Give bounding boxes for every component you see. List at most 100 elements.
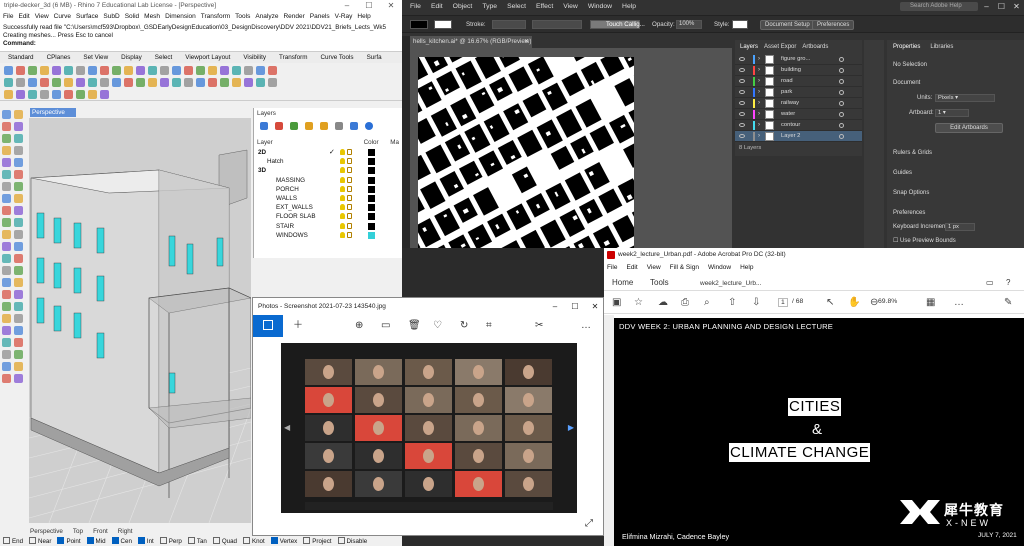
zoom-icon[interactable]: ⊕ bbox=[355, 320, 363, 332]
close-icon[interactable]: ✕ bbox=[585, 298, 603, 315]
maximize-icon[interactable]: ☐ bbox=[994, 0, 1009, 13]
command-prompt[interactable]: Command: bbox=[3, 40, 36, 47]
new-layer-icon[interactable] bbox=[260, 122, 268, 130]
tool-icon[interactable] bbox=[28, 90, 37, 99]
tool-icon[interactable] bbox=[184, 78, 193, 87]
ai-layer-name[interactable]: figure gro... bbox=[781, 54, 810, 65]
target-icon[interactable] bbox=[839, 90, 844, 95]
menu-dimension[interactable]: Dimension bbox=[165, 12, 196, 22]
tool-icon[interactable] bbox=[4, 66, 13, 75]
chevron-right-icon[interactable]: › bbox=[758, 76, 760, 87]
tool-icon[interactable] bbox=[196, 66, 205, 75]
ai-menu-window[interactable]: Window bbox=[588, 0, 612, 13]
layer-color-swatch[interactable] bbox=[368, 204, 375, 212]
tool-icon[interactable] bbox=[220, 78, 229, 87]
side-tool-icon[interactable] bbox=[2, 302, 11, 311]
side-tool-icon[interactable] bbox=[2, 194, 11, 203]
tool-icon[interactable] bbox=[232, 66, 241, 75]
tool-icon[interactable] bbox=[124, 66, 133, 75]
tool-icon[interactable] bbox=[268, 66, 277, 75]
layer-row-floor-slab[interactable]: FLOOR SLAB bbox=[254, 212, 402, 221]
tool-icon[interactable] bbox=[172, 78, 181, 87]
tool-icon[interactable] bbox=[148, 66, 157, 75]
tab-cplanes[interactable]: CPlanes bbox=[47, 52, 71, 63]
favorite-icon[interactable]: ♡ bbox=[433, 320, 442, 332]
target-icon[interactable] bbox=[839, 134, 844, 139]
tool-icon[interactable] bbox=[160, 78, 169, 87]
layer-row-porch[interactable]: PORCH bbox=[254, 185, 402, 194]
side-tool-icon[interactable] bbox=[2, 350, 11, 359]
lock-icon[interactable] bbox=[347, 213, 352, 220]
layer-row-massing[interactable]: MASSING bbox=[254, 176, 402, 185]
bookmark-icon[interactable]: ☆ bbox=[634, 297, 643, 309]
viewport-tab-top[interactable]: Top bbox=[73, 527, 83, 536]
eye-icon[interactable] bbox=[739, 134, 745, 138]
side-tool-icon[interactable] bbox=[14, 194, 23, 203]
osnap-perp[interactable]: Perp bbox=[160, 537, 182, 546]
lock-icon[interactable] bbox=[347, 185, 352, 192]
tool-icon[interactable] bbox=[76, 90, 85, 99]
tool-icon[interactable] bbox=[16, 90, 25, 99]
acro-menu-window[interactable]: Window bbox=[708, 262, 731, 273]
tool-icon[interactable] bbox=[256, 66, 265, 75]
osnap-quad[interactable]: Quad bbox=[213, 537, 237, 546]
visibility-bulb-icon[interactable] bbox=[340, 176, 345, 183]
preferences-button[interactable]: Preferences bbox=[812, 20, 855, 30]
side-tool-icon[interactable] bbox=[2, 218, 11, 227]
ai-layer-row[interactable]: › contour bbox=[735, 120, 862, 131]
tool-icon[interactable] bbox=[256, 78, 265, 87]
visibility-bulb-icon[interactable] bbox=[340, 222, 345, 229]
chevron-right-icon[interactable]: › bbox=[758, 120, 760, 131]
menu-transform[interactable]: Transform bbox=[201, 12, 230, 22]
tool-icon[interactable] bbox=[100, 90, 109, 99]
nav-home[interactable]: Home bbox=[612, 278, 633, 287]
tool-icon[interactable] bbox=[268, 78, 277, 87]
side-tool-icon[interactable] bbox=[2, 230, 11, 239]
new-sublayer-icon[interactable] bbox=[290, 122, 298, 130]
fill-swatch[interactable] bbox=[410, 20, 428, 29]
osnap-end[interactable]: End bbox=[3, 537, 23, 546]
more-icon[interactable]: … bbox=[954, 297, 964, 309]
ai-layer-name[interactable]: park bbox=[781, 87, 792, 98]
eye-icon[interactable] bbox=[739, 101, 745, 105]
perspective-viewport[interactable] bbox=[29, 118, 251, 523]
side-tool-icon[interactable] bbox=[2, 290, 11, 299]
ai-layer-name[interactable]: railway bbox=[781, 98, 799, 109]
side-tool-icon[interactable] bbox=[14, 110, 23, 119]
side-tool-icon[interactable] bbox=[14, 290, 23, 299]
tab-surfa[interactable]: Surfa bbox=[367, 52, 382, 63]
menu-tools[interactable]: Tools bbox=[235, 12, 250, 22]
help-icon[interactable] bbox=[365, 122, 373, 130]
gallery-icon[interactable]: ▭ bbox=[381, 320, 390, 332]
page-up-icon[interactable]: ⇧ bbox=[728, 297, 736, 309]
tool-icon[interactable] bbox=[40, 78, 49, 87]
menu-curve[interactable]: Curve bbox=[54, 12, 71, 22]
zoom-level[interactable]: 69.8% bbox=[878, 298, 897, 305]
eye-icon[interactable] bbox=[739, 112, 745, 116]
rotate-icon[interactable]: ↻ bbox=[460, 320, 468, 332]
see-all-photos-button[interactable] bbox=[253, 315, 283, 337]
menu-analyze[interactable]: Analyze bbox=[255, 12, 278, 22]
ai-menu-view[interactable]: View bbox=[563, 0, 578, 13]
chevron-right-icon[interactable]: › bbox=[758, 98, 760, 109]
minimize-icon[interactable]: – bbox=[979, 0, 994, 13]
tool-icon[interactable] bbox=[64, 66, 73, 75]
side-tool-icon[interactable] bbox=[14, 374, 23, 383]
nav-document-tab[interactable]: week2_lecture_Urb... bbox=[700, 280, 761, 287]
panel-tab-layers[interactable]: Layers bbox=[740, 44, 758, 50]
side-tool-icon[interactable] bbox=[14, 218, 23, 227]
tool-icon[interactable] bbox=[208, 78, 217, 87]
side-tool-icon[interactable] bbox=[2, 146, 11, 155]
kb-increment-field[interactable]: 1 px bbox=[945, 223, 975, 231]
hand-icon[interactable]: ✋ bbox=[848, 297, 860, 309]
lock-icon[interactable] bbox=[347, 167, 352, 174]
layer-row-ext-walls[interactable]: EXT_WALLS bbox=[254, 203, 402, 212]
select-arrow-icon[interactable]: ↖ bbox=[826, 297, 834, 309]
tool-icon[interactable] bbox=[136, 66, 145, 75]
side-tool-icon[interactable] bbox=[2, 338, 11, 347]
visibility-bulb-icon[interactable] bbox=[340, 231, 345, 238]
side-tool-icon[interactable] bbox=[14, 170, 23, 179]
side-tool-icon[interactable] bbox=[2, 206, 11, 215]
side-tool-icon[interactable] bbox=[14, 134, 23, 143]
side-tool-icon[interactable] bbox=[14, 182, 23, 191]
